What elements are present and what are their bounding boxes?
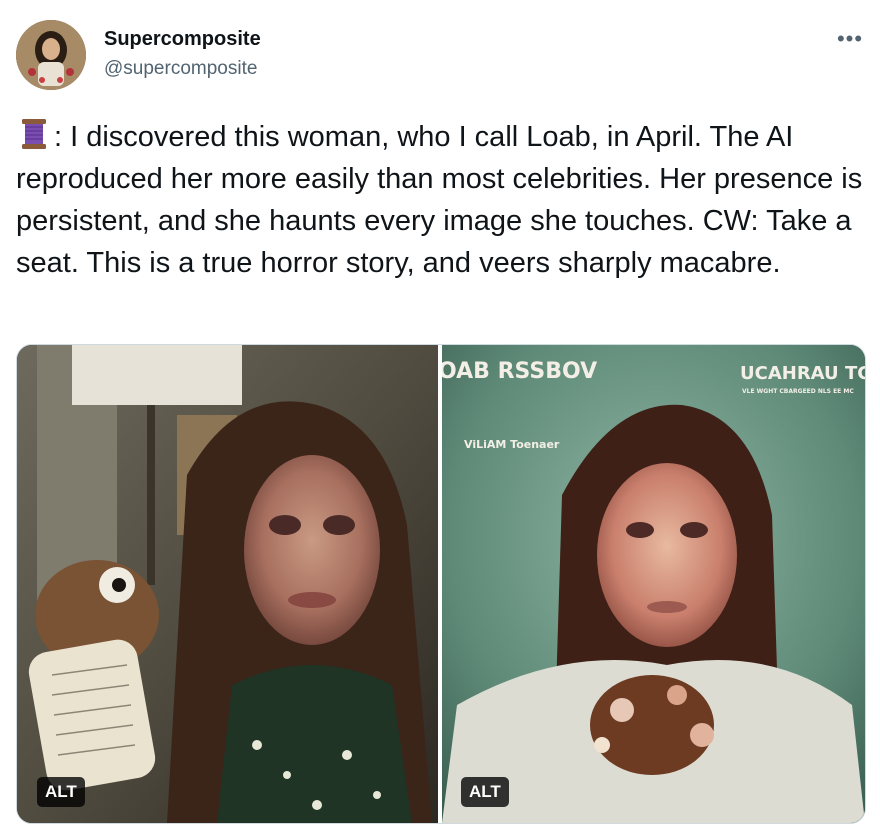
alt-text-badge-2[interactable]: ALT [461, 777, 509, 807]
author-display-name[interactable]: Supercomposite [104, 28, 261, 51]
tweet-text: : I discovered this woman, who I call Lo… [16, 116, 866, 284]
loab-room-photo [17, 345, 438, 823]
alt-text-badge-1[interactable]: ALT [37, 777, 85, 807]
media-image-1[interactable] [17, 345, 438, 823]
avatar-portrait-icon [16, 20, 86, 90]
cover-small-text: VLE WGHT CBARGEED NLS EE MC [742, 388, 854, 395]
thread-spool-icon [22, 119, 46, 149]
media-grid[interactable]: OAB RSSBOV UCAHRAU TC VLE WGHT CBARGEED … [16, 344, 866, 824]
more-dots-icon: ••• [836, 26, 864, 51]
cover-title-right: UCAHRAU TC [740, 363, 865, 384]
more-options-button[interactable]: ••• [832, 24, 868, 54]
author-handle[interactable]: @supercomposite [104, 58, 257, 80]
cover-title-left: OAB RSSBOV [442, 359, 598, 384]
cover-byline: ViLiAM Toenaer [464, 438, 560, 451]
tweet-body-text: : I discovered this woman, who I call Lo… [16, 121, 863, 279]
tweet-card[interactable]: Supercomposite @supercomposite ••• : I d… [0, 0, 880, 840]
media-image-2[interactable]: OAB RSSBOV UCAHRAU TC VLE WGHT CBARGEED … [442, 345, 865, 823]
loab-cover-art [442, 345, 865, 823]
author-avatar[interactable] [16, 20, 86, 90]
